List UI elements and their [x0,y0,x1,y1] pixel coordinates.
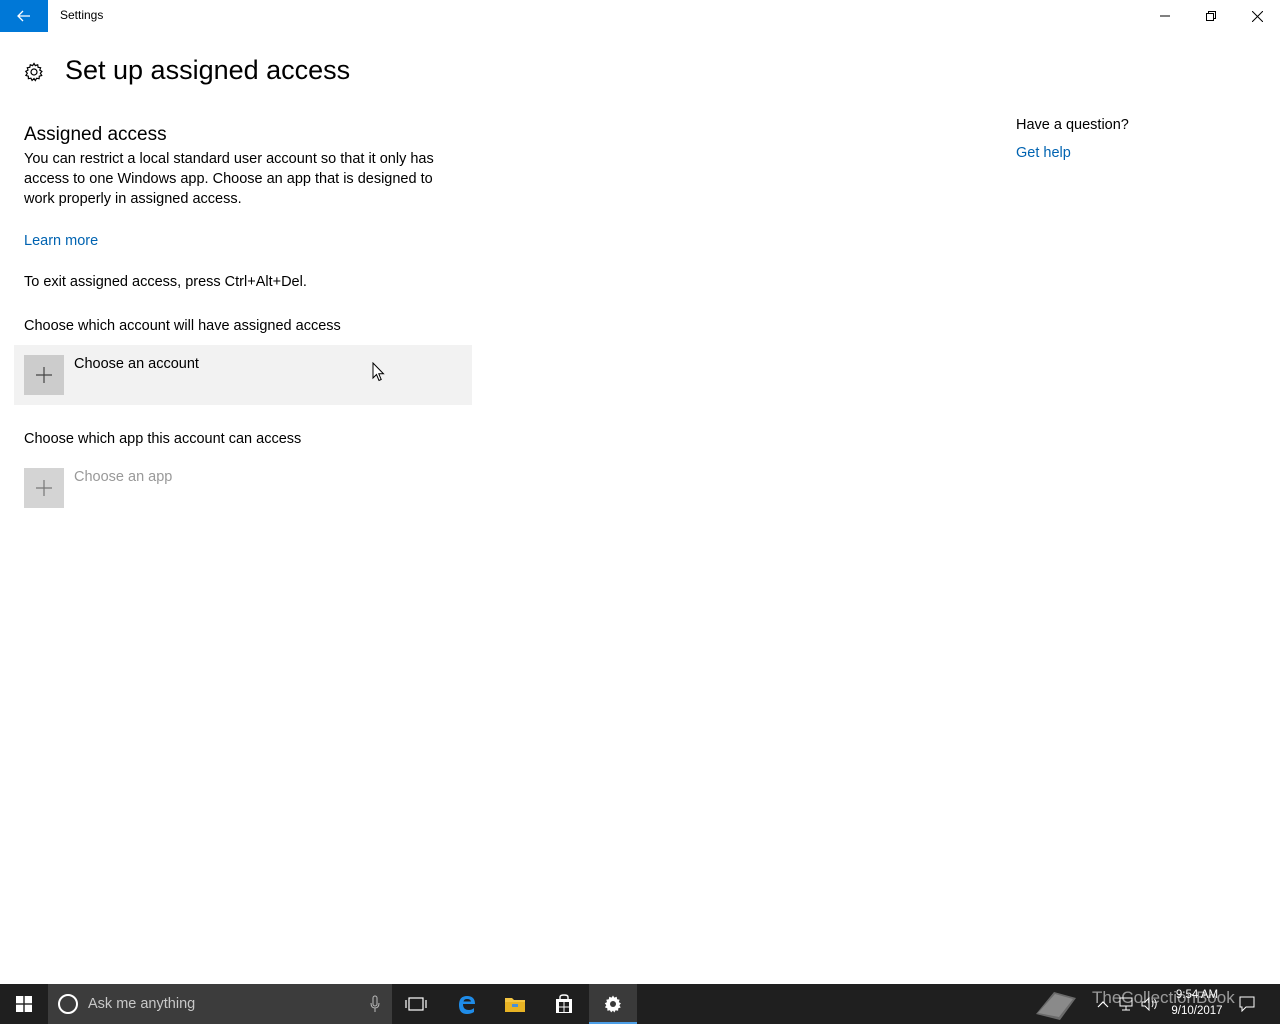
app-section-label: Choose which app this account can access [24,431,302,447]
speaker-icon [1141,997,1157,1011]
gear-icon [604,995,621,1013]
store-button[interactable] [540,984,588,1024]
exit-instructions: To exit assigned access, press Ctrl+Alt+… [24,274,307,290]
file-explorer-button[interactable] [491,984,539,1024]
section-heading: Assigned access [24,124,167,145]
taskbar: Ask me anything TheCollectionBook 9:54 A… [0,984,1280,1024]
choose-account-button[interactable]: Choose an account [14,345,472,405]
close-icon [1251,10,1263,22]
window-title: Settings [60,8,104,22]
show-hidden-icons-button[interactable] [1094,984,1112,1024]
search-input[interactable]: Ask me anything [48,984,392,1024]
plus-icon [36,480,52,496]
task-view-button[interactable] [392,984,440,1024]
microphone-icon[interactable] [370,995,380,1013]
volume-button[interactable] [1140,984,1160,1024]
page-title: Set up assigned access [65,55,351,85]
title-bar: Settings [0,0,1280,32]
task-view-icon [405,997,427,1011]
minimize-icon [1160,15,1170,17]
back-arrow-icon [17,10,30,22]
restore-icon [1206,11,1216,21]
account-section-label: Choose which account will have assigned … [24,318,341,334]
edge-browser-button[interactable] [443,984,491,1024]
gear-icon [24,62,43,82]
clock-date: 9/10/2017 [1171,1005,1223,1017]
cortana-icon [58,994,78,1014]
mouse-cursor-icon [372,362,385,382]
get-help-link[interactable]: Get help [1016,145,1071,161]
choose-app-button[interactable] [24,468,64,508]
notification-icon [1239,996,1255,1012]
choose-app-label: Choose an app [74,469,173,485]
start-button[interactable] [0,984,48,1024]
store-bag-icon [556,994,572,1013]
restore-button[interactable] [1188,0,1234,32]
back-button[interactable] [0,0,48,32]
chevron-up-icon [1097,1001,1109,1008]
minimize-button[interactable] [1142,0,1188,32]
learn-more-link[interactable]: Learn more [24,233,98,249]
clock[interactable]: 9:54 AM 9/10/2017 [1162,987,1232,1019]
clock-time: 9:54 AM [1175,989,1219,1001]
action-center-button[interactable] [1236,984,1258,1024]
watermark-book-icon [1030,984,1082,1024]
plus-icon [36,367,52,383]
help-question: Have a question? [1016,117,1129,133]
search-placeholder: Ask me anything [88,996,196,1012]
edge-icon [459,996,475,1014]
settings-taskbar-button[interactable] [589,984,637,1024]
add-account-tile [24,355,64,395]
network-button[interactable] [1116,984,1136,1024]
windows-logo-icon [16,996,32,1012]
folder-icon [505,998,525,1012]
close-button[interactable] [1234,0,1280,32]
choose-account-label: Choose an account [74,356,199,372]
network-icon [1119,997,1133,1011]
description-text: You can restrict a local standard user a… [24,151,434,207]
